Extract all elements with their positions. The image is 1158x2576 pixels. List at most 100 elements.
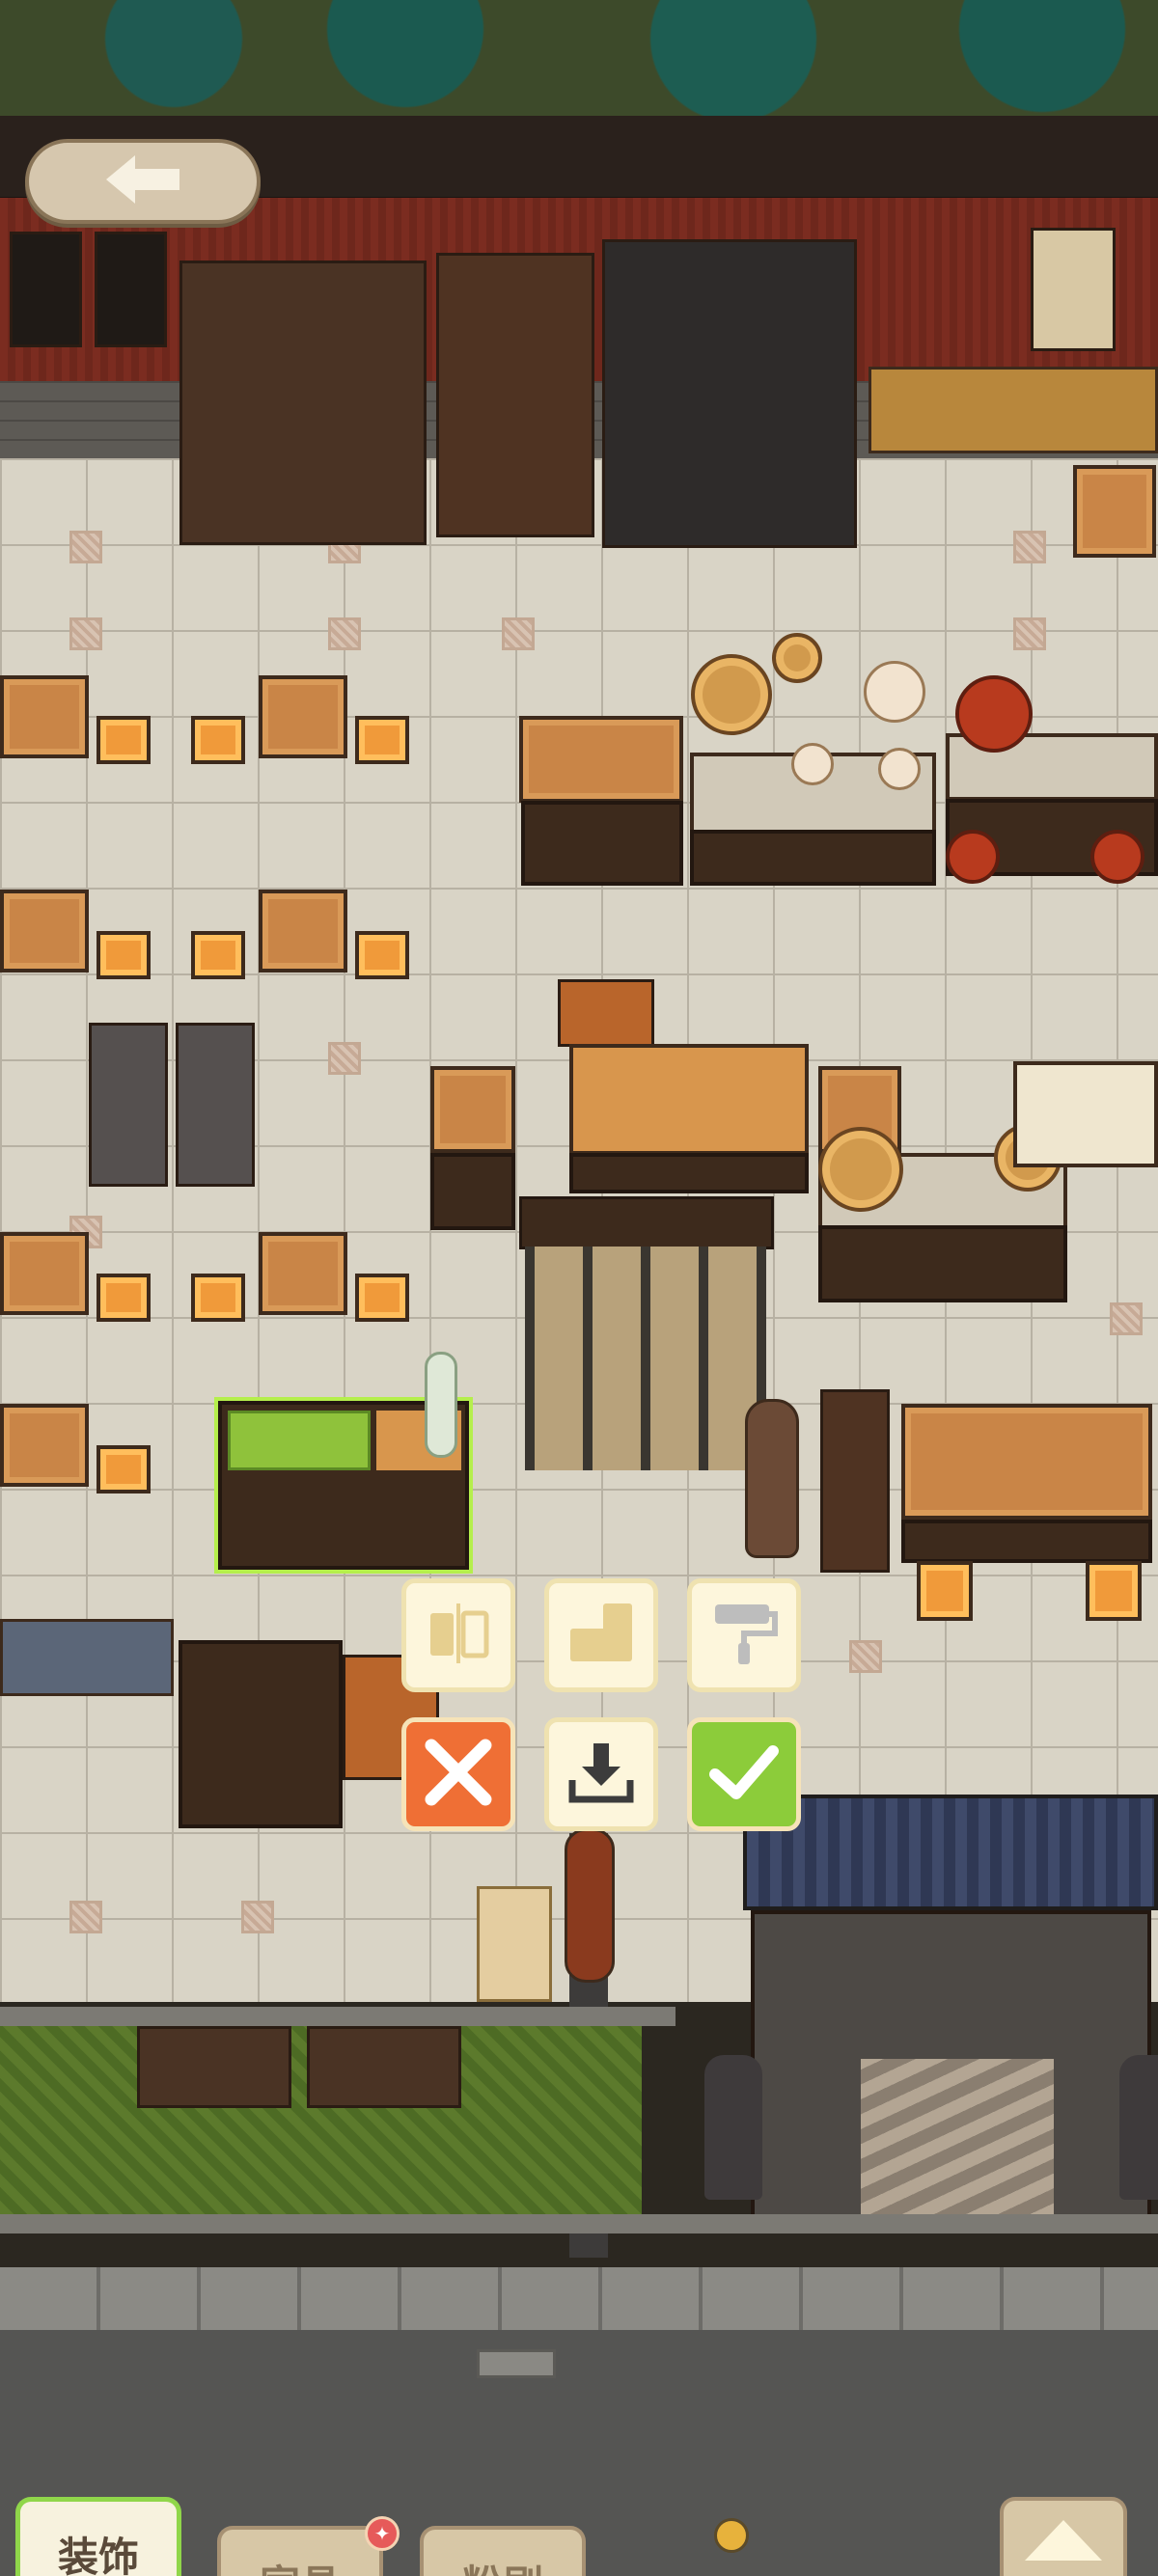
tab-label: 装饰 [57,2534,139,2576]
floor-mark [849,1640,882,1673]
paint-button[interactable] [687,1578,801,1692]
steamer [691,654,772,735]
dining-table [259,675,347,758]
bun [878,748,921,790]
dining-table [0,890,89,973]
gate-frame [751,1910,1151,2219]
expand-panel-button[interactable] [1000,2497,1127,2576]
drain-grate [477,2349,556,2378]
gate-roof [743,1795,1158,1910]
dining-table [0,1232,89,1315]
selected-tea-table[interactable] [214,1352,473,1574]
rabbit-statue [1119,2055,1158,2200]
dining-table [259,1232,347,1315]
dining-chair [1086,1561,1142,1621]
checkmark-icon [705,1734,783,1815]
counter-base [521,801,683,886]
planter-ledge [0,2214,1158,2233]
dimsum-counter-base [818,1225,1067,1302]
floor-mark [1110,1302,1143,1335]
dining-chair [191,931,245,979]
tea-shelf [868,367,1158,453]
dining-chair [355,716,409,764]
dining-chair [191,1274,245,1322]
bun-plate [864,661,925,723]
rabbit-statue [704,2055,762,2200]
planter-rim [0,2007,676,2026]
paint-roller-icon [709,1599,779,1672]
store-download-icon [566,1738,636,1811]
sparkle-icon: ✦ [373,2522,391,2545]
floor-mark [328,1042,361,1075]
screen-canopy [519,1196,774,1249]
prep-counter [519,716,683,803]
tab-decoration[interactable]: 装饰 [15,2497,181,2576]
dining-chair [96,931,151,979]
wardrobe [436,253,594,537]
dining-table [0,1404,89,1487]
dining-chair [355,1274,409,1322]
brush-holder [477,1886,552,2002]
floor-mark [1013,617,1046,650]
store-button[interactable] [544,1717,658,1831]
vase-bottle [425,1352,457,1458]
long-table-base [901,1520,1152,1563]
calligraphy-scroll [1031,228,1116,351]
steamer [772,633,822,683]
cancel-button[interactable] [401,1717,515,1831]
arcade-cabinet [89,1023,168,1187]
steamer [818,1127,903,1212]
menu-board [10,232,82,347]
triangle-up-icon [1023,2518,1104,2566]
dining-table [0,675,89,758]
floor-mark [69,617,102,650]
arcade-cabinet [176,1023,255,1187]
dining-table [259,890,347,973]
planter-bench [307,2026,461,2108]
notification-badge: ✦ [365,2516,400,2551]
wine-jar [1090,830,1144,884]
side-table-base [430,1153,515,1230]
tab-label: 粉刷 [462,2553,543,2576]
planter-bench [137,2026,291,2108]
dining-chair [191,716,245,764]
tab-paint[interactable]: 粉刷 [420,2526,586,2576]
tree-scenery [0,0,1158,121]
side-table [1073,465,1156,558]
rotate-button[interactable] [544,1578,658,1692]
center-counter [569,1044,809,1155]
cabinet [820,1389,890,1573]
flip-button[interactable] [401,1578,515,1692]
stove [602,239,857,548]
center-counter-base [569,1153,809,1193]
bun [791,743,834,785]
rotate-shape-icon [566,1600,636,1671]
crate [558,979,654,1047]
close-x-icon [420,1734,497,1815]
flip-horizontal-icon [425,1600,492,1671]
arrow-left-icon [102,151,183,211]
dimsum-counter-base [690,830,936,886]
street-lamp-bulb [714,2518,749,2553]
wine-jar [955,675,1033,753]
back-button[interactable] [25,139,261,224]
tab-furniture[interactable]: 家具 [217,2526,383,2576]
confirm-button[interactable] [687,1717,801,1831]
noodle-counter [1013,1061,1158,1167]
dining-chair [355,931,409,979]
sidewalk [0,2267,1158,2330]
wine-jar [946,830,1000,884]
long-table [901,1404,1152,1520]
tea-station [179,1640,343,1828]
blossom-vase [745,1399,799,1558]
side-table [430,1066,515,1153]
gate-floor-pattern [861,2059,1054,2218]
dining-chair [917,1561,973,1621]
floor-mark [69,1901,102,1933]
folding-screen [525,1247,766,1470]
floor-mark [328,617,361,650]
lantern [565,1828,615,1983]
floor-mark [69,531,102,563]
menu-board [95,232,167,347]
bookshelf [179,260,427,545]
